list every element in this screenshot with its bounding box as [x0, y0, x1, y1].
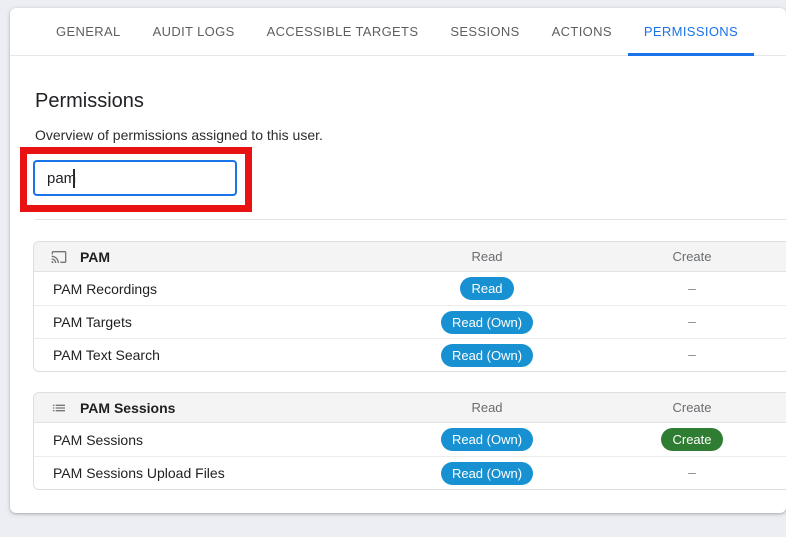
empty-permission-dash: –	[688, 346, 696, 362]
page-title: Permissions	[35, 89, 786, 113]
column-header-read: Read	[389, 249, 585, 264]
tab-permissions[interactable]: PERMISSIONS	[628, 8, 754, 55]
permissions-search-input[interactable]	[33, 160, 237, 196]
tab-label: ACCESSIBLE TARGETS	[267, 24, 419, 39]
table-row: PAM Text Search Read (Own) –	[34, 338, 786, 371]
permission-name: PAM Sessions Upload Files	[34, 465, 389, 481]
table-header-row: PAM Sessions ReadCreate	[34, 393, 786, 423]
tables: PAM ReadCreate PAM Recordings Read – PAM…	[35, 241, 786, 490]
page-subtitle: Overview of permissions assigned to this…	[35, 127, 786, 143]
create-cell: –	[585, 464, 786, 482]
table-row: PAM Sessions Upload Files Read (Own) –	[34, 456, 786, 489]
permission-name: PAM Text Search	[34, 347, 389, 363]
read-cell: Read (Own)	[389, 428, 585, 451]
tab-label: GENERAL	[56, 24, 121, 39]
create-cell: Create	[585, 428, 786, 451]
empty-permission-dash: –	[688, 313, 696, 329]
tab-label: PERMISSIONS	[644, 24, 738, 39]
table-row: PAM Targets Read (Own) –	[34, 305, 786, 338]
empty-permission-dash: –	[688, 280, 696, 296]
permission-badge: Create	[661, 428, 722, 451]
search-area	[35, 160, 786, 196]
list-icon	[51, 400, 67, 416]
permission-badge: Read	[460, 277, 513, 300]
permission-name: PAM Sessions	[34, 432, 389, 448]
tab-bar: GENERAL AUDIT LOGS ACCESSIBLE TARGETS SE…	[10, 8, 786, 56]
create-cell: –	[585, 313, 786, 331]
read-cell: Read	[389, 277, 585, 300]
tab-audit-logs[interactable]: AUDIT LOGS	[137, 8, 251, 55]
read-cell: Read (Own)	[389, 344, 585, 367]
permissions-panel: Permissions Overview of permissions assi…	[10, 89, 786, 490]
user-details-card: GENERAL AUDIT LOGS ACCESSIBLE TARGETS SE…	[10, 8, 786, 513]
empty-permission-dash: –	[688, 464, 696, 480]
tab-label: SESSIONS	[450, 24, 519, 39]
divider	[35, 219, 786, 220]
permissions-table-pam: PAM ReadCreate PAM Recordings Read – PAM…	[33, 241, 786, 372]
create-cell: –	[585, 346, 786, 364]
column-header-read: Read	[389, 400, 585, 415]
tab-accessible-targets[interactable]: ACCESSIBLE TARGETS	[251, 8, 435, 55]
read-cell: Read (Own)	[389, 311, 585, 334]
tab-sessions[interactable]: SESSIONS	[434, 8, 535, 55]
permission-badge: Read (Own)	[441, 344, 533, 367]
permission-badge: Read (Own)	[441, 462, 533, 485]
permissions-table-pam-sessions: PAM Sessions ReadCreate PAM Sessions Rea…	[33, 392, 786, 490]
tab-actions[interactable]: ACTIONS	[536, 8, 628, 55]
tab-general[interactable]: GENERAL	[40, 8, 137, 55]
table-row: PAM Sessions Read (Own) Create	[34, 423, 786, 456]
create-cell: –	[585, 280, 786, 298]
tab-label: AUDIT LOGS	[153, 24, 235, 39]
table-row: PAM Recordings Read –	[34, 272, 786, 305]
cast-icon	[51, 249, 67, 265]
permission-badge: Read (Own)	[441, 428, 533, 451]
table-title: PAM Sessions	[80, 400, 175, 416]
tab-label: ACTIONS	[552, 24, 612, 39]
column-header-create: Create	[585, 249, 786, 264]
permission-badge: Read (Own)	[441, 311, 533, 334]
table-header-row: PAM ReadCreate	[34, 242, 786, 272]
read-cell: Read (Own)	[389, 462, 585, 485]
column-header-create: Create	[585, 400, 786, 415]
table-title: PAM	[80, 249, 110, 265]
permission-name: PAM Targets	[34, 314, 389, 330]
permission-name: PAM Recordings	[34, 281, 389, 297]
